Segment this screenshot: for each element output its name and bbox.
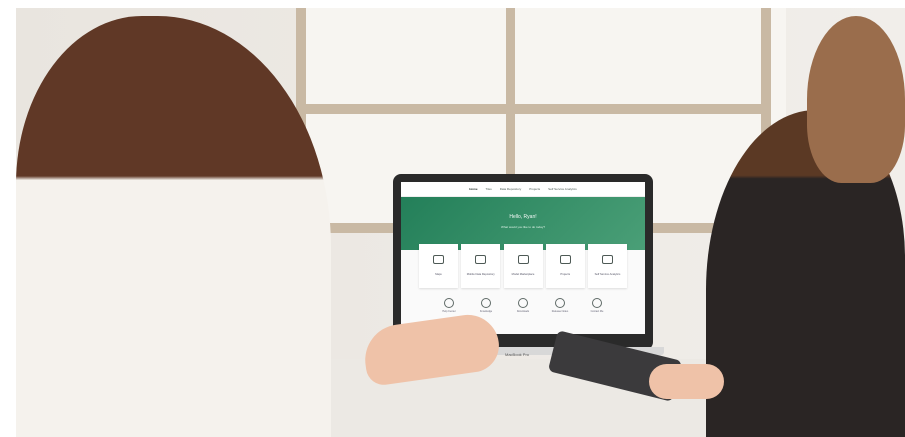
hero-subtitle: What would you like to do today? — [500, 225, 546, 229]
book-icon — [481, 298, 491, 308]
link-contact-me[interactable]: Contact Me — [585, 298, 609, 313]
card-mobile-data-repository[interactable]: Mobile Data Repository — [461, 244, 501, 288]
nav-data-repository[interactable]: Data Repository — [500, 187, 522, 191]
link-label: Help Center — [442, 310, 456, 313]
bulb-icon — [444, 298, 454, 308]
bottom-links: Help Center Knowledge Downloads Release … — [437, 298, 609, 313]
link-label: Knowledge — [479, 310, 493, 313]
chart-icon — [602, 255, 613, 264]
right-hand — [649, 364, 724, 399]
card-self-service-analytics[interactable]: Self Service Analytics — [588, 244, 627, 288]
card-model-marketplace[interactable]: Model Marketplace — [503, 244, 543, 288]
card-label: Projects — [560, 273, 571, 276]
calendar-icon — [555, 298, 565, 308]
card-label: Model Marketplace — [511, 273, 535, 276]
card-maps[interactable]: Maps — [419, 244, 458, 288]
download-icon — [518, 298, 528, 308]
hero-greeting: Hello, Ryan! — [509, 214, 537, 220]
projects-icon — [559, 255, 571, 264]
laptop-brand: MacBook Pro — [505, 352, 530, 357]
link-label: Contact Me — [590, 310, 604, 313]
photo-scene: Home Tiles Data Repository Projects Self… — [16, 8, 905, 437]
chat-icon — [592, 298, 602, 308]
folder-icon — [475, 255, 487, 264]
window-frame-mid-bar — [296, 104, 771, 114]
feature-cards: Maps Mobile Data Repository Model Market… — [419, 244, 627, 288]
globe-icon — [433, 255, 444, 264]
nav-home[interactable]: Home — [469, 187, 477, 191]
grid-icon — [517, 255, 529, 264]
hero-banner: Hello, Ryan! What would you like to do t… — [401, 197, 645, 250]
laptop-screen: Home Tiles Data Repository Projects Self… — [401, 182, 645, 334]
link-downloads[interactable]: Downloads — [511, 298, 535, 313]
nav-tiles[interactable]: Tiles — [486, 187, 492, 191]
person-right-hair — [807, 16, 905, 183]
link-label: Release Notes — [551, 310, 569, 313]
top-nav: Home Tiles Data Repository Projects Self… — [401, 182, 645, 197]
card-label: Maps — [435, 273, 442, 276]
nav-self-service-analytics[interactable]: Self Service Analytics — [548, 187, 577, 191]
card-label: Self Service Analytics — [594, 273, 621, 276]
link-knowledge[interactable]: Knowledge — [474, 298, 498, 313]
link-release-notes[interactable]: Release Notes — [548, 298, 572, 313]
card-label: Mobile Data Repository — [466, 273, 495, 276]
link-label: Downloads — [516, 310, 530, 313]
card-projects[interactable]: Projects — [545, 244, 585, 288]
nav-projects[interactable]: Projects — [529, 187, 540, 191]
link-help-center[interactable]: Help Center — [437, 298, 461, 313]
